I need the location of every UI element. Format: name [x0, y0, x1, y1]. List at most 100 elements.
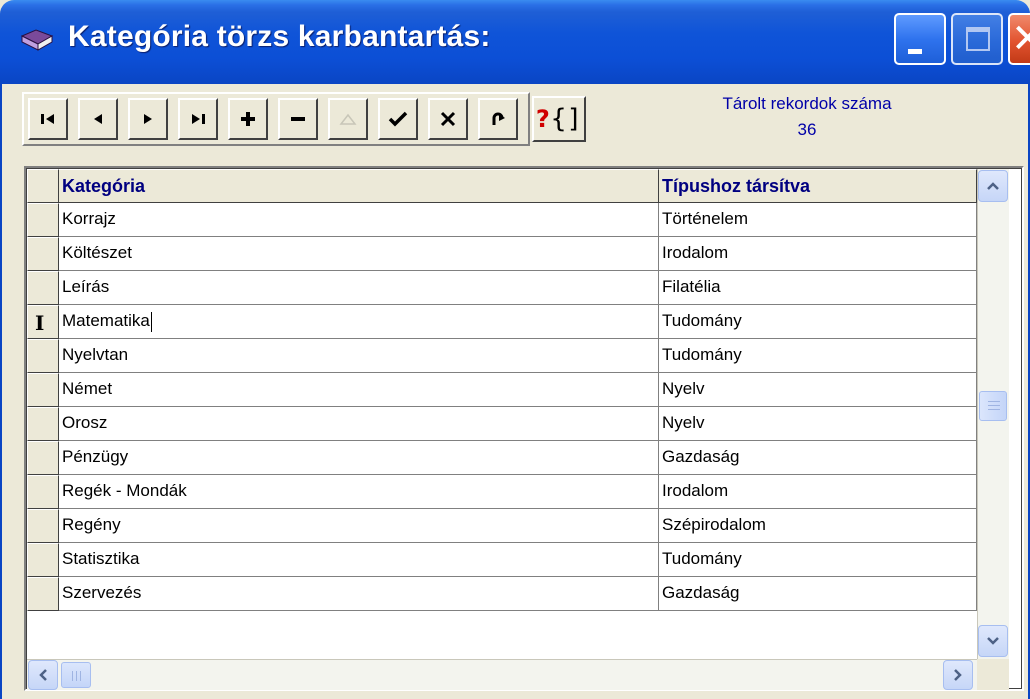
- grid-body: Kategória Típushoz társítva Korrajz Tört…: [26, 168, 1022, 690]
- help-icon: ?: [535, 105, 550, 133]
- title-bar[interactable]: Kategória törzs karbantartás: ✕: [0, 0, 1030, 84]
- cell-kategoria[interactable]: Német: [59, 373, 659, 407]
- cell-kategoria-editing[interactable]: Matematika: [59, 305, 659, 339]
- scroll-right-button[interactable]: [943, 660, 973, 690]
- cell-tipus[interactable]: Tudomány: [659, 543, 977, 577]
- scroll-up-button[interactable]: [978, 170, 1008, 202]
- vertical-scroll-thumb[interactable]: [979, 391, 1007, 421]
- table-row[interactable]: Német Nyelv: [27, 373, 1009, 407]
- last-record-icon: [192, 114, 205, 124]
- cell-tipus[interactable]: Gazdaság: [659, 577, 977, 611]
- table-row[interactable]: Orosz Nyelv: [27, 407, 1009, 441]
- horizontal-scrollbar[interactable]: [27, 659, 977, 690]
- cell-tipus[interactable]: Történelem: [659, 203, 977, 237]
- cell-kategoria[interactable]: Regék - Mondák: [59, 475, 659, 509]
- data-grid[interactable]: Kategória Típushoz társítva Korrajz Tört…: [24, 166, 1024, 691]
- refresh-icon: [492, 112, 505, 125]
- chevron-right-icon: [954, 669, 962, 681]
- text-caret: [150, 311, 152, 332]
- scroll-down-button[interactable]: [978, 625, 1008, 657]
- next-record-icon: [144, 114, 152, 124]
- table-row[interactable]: Korrajz Történelem: [27, 203, 1009, 237]
- cell-kategoria[interactable]: Regény: [59, 509, 659, 543]
- triangle-up-icon: [339, 113, 357, 125]
- row-indicator[interactable]: [27, 339, 59, 373]
- next-record-button[interactable]: [128, 98, 168, 140]
- client-area: ?{] Tárolt rekordok száma 36 Kategória T…: [0, 84, 1030, 699]
- chevron-left-icon: [39, 669, 47, 681]
- cell-kategoria[interactable]: Szervezés: [59, 577, 659, 611]
- x-icon: [440, 111, 456, 127]
- cell-kategoria[interactable]: Korrajz: [59, 203, 659, 237]
- row-indicator[interactable]: [27, 475, 59, 509]
- insert-record-button[interactable]: [228, 98, 268, 140]
- column-header-tipus[interactable]: Típushoz társítva: [659, 169, 977, 203]
- chevron-down-icon: [987, 637, 999, 645]
- row-indicator[interactable]: [27, 271, 59, 305]
- cell-kategoria[interactable]: Költészet: [59, 237, 659, 271]
- cell-tipus[interactable]: Filatélia: [659, 271, 977, 305]
- table-row-current[interactable]: I Matematika Tudomány: [27, 305, 1009, 339]
- help-button[interactable]: ?{]: [532, 96, 586, 142]
- row-indicator[interactable]: [27, 373, 59, 407]
- cell-tipus[interactable]: Szépirodalom: [659, 509, 977, 543]
- minimize-icon: [908, 49, 922, 54]
- cell-edit-text[interactable]: Matematika: [62, 311, 150, 330]
- cell-tipus[interactable]: Gazdaság: [659, 441, 977, 475]
- edit-cursor-icon: I: [35, 311, 45, 335]
- horizontal-scroll-thumb[interactable]: [61, 662, 91, 688]
- table-row[interactable]: Leírás Filatélia: [27, 271, 1009, 305]
- table-row[interactable]: Regény Szépirodalom: [27, 509, 1009, 543]
- cell-kategoria[interactable]: Nyelvtan: [59, 339, 659, 373]
- cell-tipus[interactable]: Tudomány: [659, 305, 977, 339]
- cell-tipus[interactable]: Irodalom: [659, 475, 977, 509]
- row-indicator[interactable]: [27, 407, 59, 441]
- close-icon: ✕: [1011, 16, 1030, 62]
- maximize-icon: [966, 27, 990, 51]
- cell-kategoria[interactable]: Orosz: [59, 407, 659, 441]
- table-row[interactable]: Költészet Irodalom: [27, 237, 1009, 271]
- minus-icon: [291, 117, 305, 121]
- vertical-scrollbar[interactable]: [977, 169, 1009, 659]
- grid-header: Kategória Típushoz társítva: [27, 169, 1009, 203]
- table-row[interactable]: Statisztika Tudomány: [27, 543, 1009, 577]
- row-indicator[interactable]: I: [27, 305, 59, 339]
- maximize-button[interactable]: [951, 13, 1003, 65]
- scrollbar-corner: [977, 659, 1009, 690]
- edit-record-button[interactable]: [328, 98, 368, 140]
- cell-kategoria[interactable]: Pénzügy: [59, 441, 659, 475]
- check-icon: [388, 111, 408, 127]
- scroll-left-button[interactable]: [28, 660, 58, 690]
- first-record-button[interactable]: [28, 98, 68, 140]
- cell-tipus[interactable]: Nyelv: [659, 373, 977, 407]
- table-row[interactable]: Szervezés Gazdaság: [27, 577, 1009, 611]
- cell-tipus[interactable]: Nyelv: [659, 407, 977, 441]
- table-row[interactable]: Regék - Mondák Irodalom: [27, 475, 1009, 509]
- row-indicator[interactable]: [27, 237, 59, 271]
- refresh-button[interactable]: [478, 98, 518, 140]
- cell-kategoria[interactable]: Statisztika: [59, 543, 659, 577]
- book-icon: [20, 24, 54, 54]
- record-count-value: 36: [797, 120, 817, 139]
- delete-record-button[interactable]: [278, 98, 318, 140]
- prior-record-button[interactable]: [78, 98, 118, 140]
- table-row[interactable]: Pénzügy Gazdaság: [27, 441, 1009, 475]
- row-indicator[interactable]: [27, 203, 59, 237]
- close-button[interactable]: ✕: [1008, 13, 1030, 65]
- cell-tipus[interactable]: Tudomány: [659, 339, 977, 373]
- db-navigator: [22, 92, 530, 146]
- cell-kategoria[interactable]: Leírás: [59, 271, 659, 305]
- last-record-button[interactable]: [178, 98, 218, 140]
- row-indicator[interactable]: [27, 577, 59, 611]
- row-indicator[interactable]: [27, 509, 59, 543]
- table-row[interactable]: Nyelvtan Tudomány: [27, 339, 1009, 373]
- plus-icon: [241, 112, 255, 126]
- cell-tipus[interactable]: Irodalom: [659, 237, 977, 271]
- row-indicator[interactable]: [27, 441, 59, 475]
- post-record-button[interactable]: [378, 98, 418, 140]
- row-indicator[interactable]: [27, 543, 59, 577]
- column-header-kategoria[interactable]: Kategória: [59, 169, 659, 203]
- cancel-record-button[interactable]: [428, 98, 468, 140]
- minimize-button[interactable]: [894, 13, 946, 65]
- help-bracket-icon: {]: [550, 104, 583, 134]
